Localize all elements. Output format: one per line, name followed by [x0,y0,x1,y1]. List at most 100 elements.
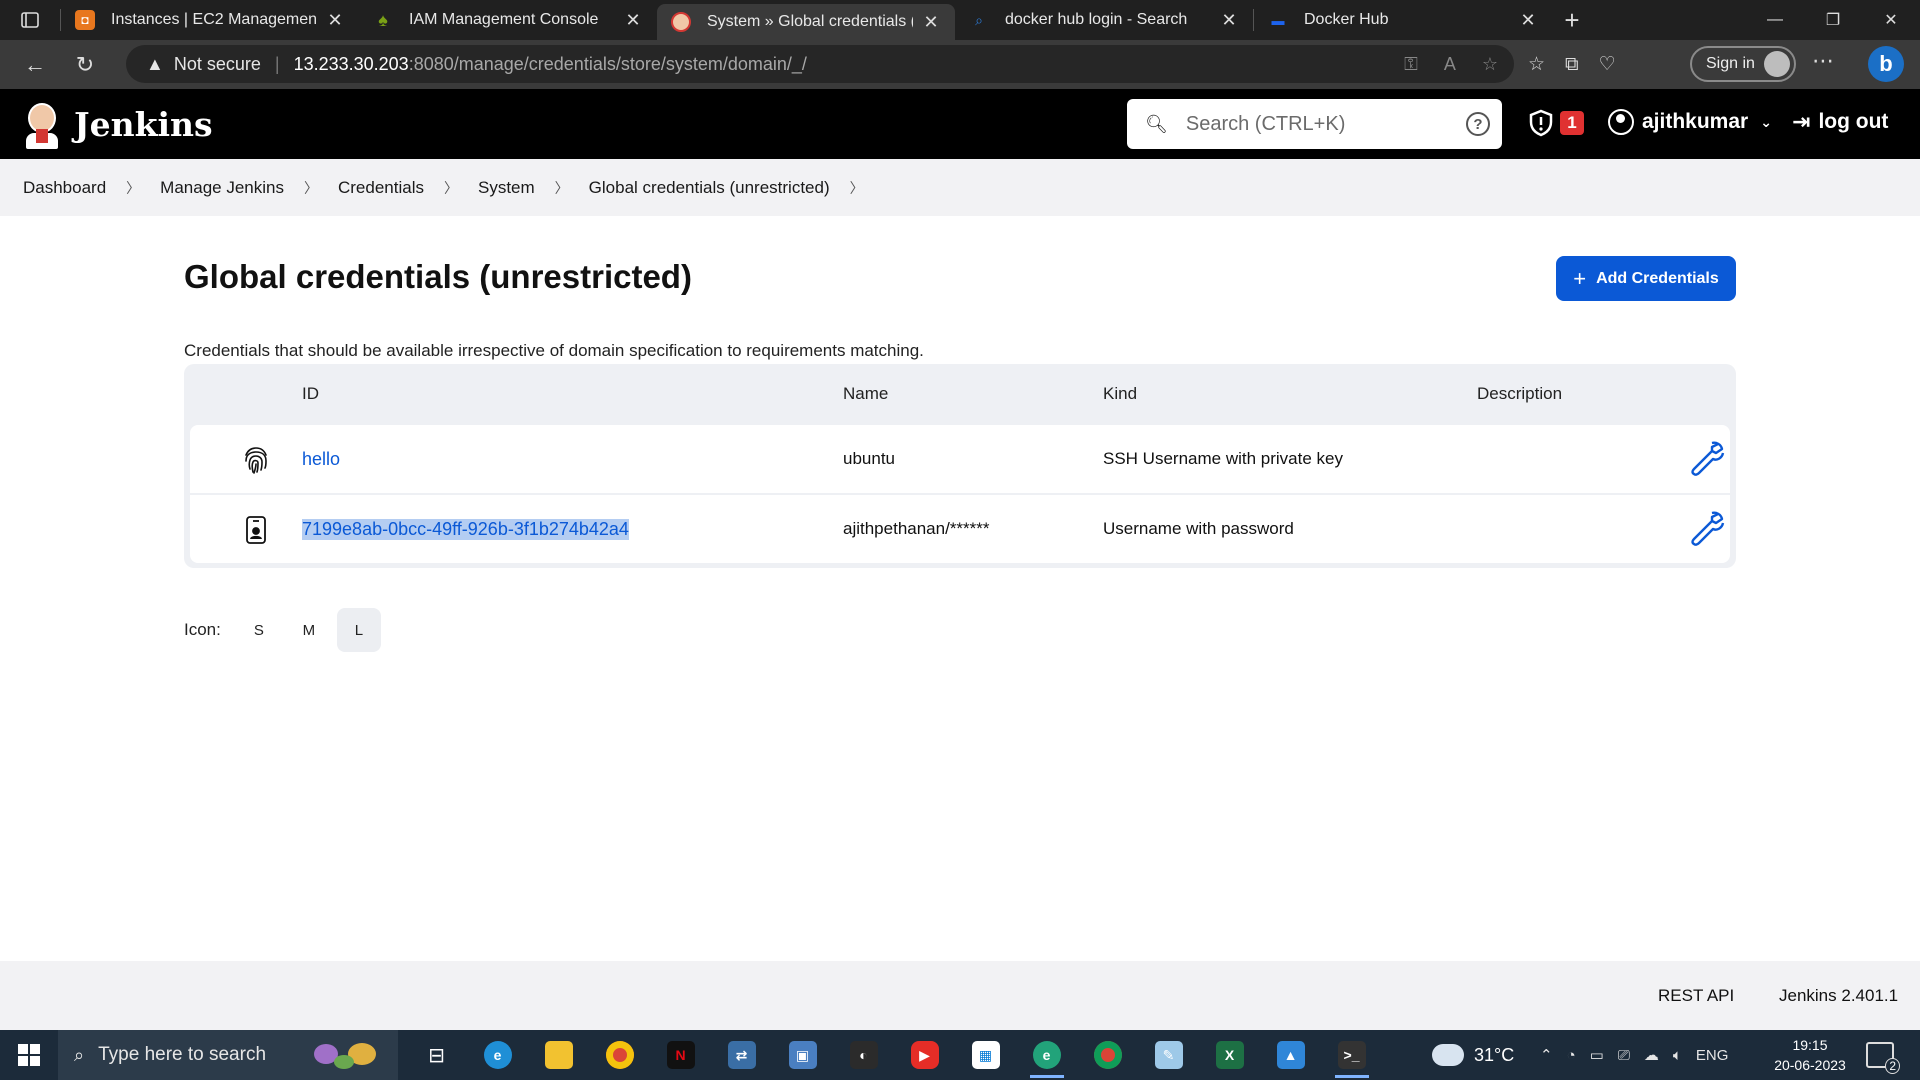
browser-tab-search[interactable]: ⌕ docker hub login - Search ✕ [955,0,1253,40]
credential-name-cell: ajithpethanan/****** [843,519,990,538]
file-explorer-icon[interactable] [528,1030,589,1080]
credential-id-link[interactable]: hello [302,449,340,470]
notification-center-icon[interactable]: 2 [1866,1042,1900,1074]
browser-tab-ec2[interactable]: ◘ Instances | EC2 Management Cor ✕ [61,0,359,40]
breadcrumb-system[interactable]: System [478,178,535,198]
battery-icon[interactable]: ▭ [1590,1046,1604,1064]
edge-browser-icon[interactable]: e [467,1030,528,1080]
chevron-right-icon[interactable]: 〉 [555,178,569,198]
address-bar[interactable]: ▲ Not secure | 13.233.30.203 :8080/manag… [126,45,1514,83]
task-view-icon[interactable]: ⊟ [406,1030,467,1080]
browser-tab-iam[interactable]: ♠ IAM Management Console ✕ [359,0,657,40]
favorites-icon[interactable]: ☆ [1528,53,1545,76]
favorite-star-icon[interactable]: ☆ [1482,54,1498,75]
tab-close-icon[interactable]: ✕ [623,10,643,31]
icon-size-s[interactable]: S [237,608,281,652]
new-tab-button[interactable]: + [1552,0,1592,40]
edge-active-icon[interactable]: e [1016,1030,1077,1080]
breadcrumb-dashboard[interactable]: Dashboard [23,178,106,198]
read-aloud-icon[interactable]: A [1444,54,1456,75]
sign-in-button[interactable]: Sign in [1690,46,1796,82]
terminal-icon[interactable]: >_ [1321,1030,1382,1080]
password-key-icon[interactable]: ⚿ [1404,54,1418,75]
show-hidden-icons-icon[interactable]: ⌃ [1540,1046,1553,1064]
remote-desktop-icon[interactable]: ▣ [772,1030,833,1080]
aws-iam-icon: ♠ [378,9,388,30]
browser-tab-strip: ◘ Instances | EC2 Management Cor ✕ ♠ IAM… [0,0,1920,40]
netflix-icon[interactable]: N [650,1030,711,1080]
address-bar-actions: ⚿ A ☆ [1404,45,1498,83]
tab-close-icon[interactable]: ✕ [1219,10,1239,31]
chevron-right-icon[interactable]: 〉 [444,178,458,198]
windows-start-icon[interactable] [0,1030,58,1080]
icon-size-l[interactable]: L [336,608,381,652]
icon-size-m[interactable]: M [287,608,331,652]
breadcrumb-credentials[interactable]: Credentials [338,178,424,198]
microsoft-store-icon[interactable]: ▦ [955,1030,1016,1080]
tab-title: IAM Management Console [409,11,599,28]
credential-id-cell: 7199e8ab-0bcc-49ff-926b-3f1b274b42a4 [302,495,629,563]
configure-wrench-icon[interactable] [1688,439,1726,477]
breadcrumb-manage-jenkins[interactable]: Manage Jenkins [160,178,284,198]
notification-count: 2 [1885,1058,1900,1074]
volume-icon[interactable]: 🔈︎ [1673,1047,1682,1064]
device-icon[interactable]: ⎚ [1618,1047,1630,1064]
bing-chat-icon[interactable]: b [1868,46,1904,82]
logout-link[interactable]: ⇥ log out [1792,109,1888,135]
column-header-name[interactable]: Name [843,364,888,424]
youtube-icon[interactable]: ▶ [894,1030,955,1080]
taskbar-search-input[interactable]: ⌕ Type here to search [58,1030,398,1080]
chevron-right-icon[interactable]: 〉 [850,178,864,198]
url-host: 13.233.30.203 [293,53,409,74]
chrome-profile-icon[interactable] [1077,1030,1138,1080]
network-app-icon[interactable]: ⇄ [711,1030,772,1080]
restore-icon[interactable]: ❐ [1804,0,1862,40]
docker-icon: ▬ [1271,12,1285,28]
credential-id-link[interactable]: 7199e8ab-0bcc-49ff-926b-3f1b274b42a4 [302,518,629,540]
add-credentials-button[interactable]: + Add Credentials [1556,256,1736,301]
temperature: 31°C [1474,1044,1515,1065]
column-header-id[interactable]: ID [302,364,319,424]
wifi-icon[interactable]: ◔ [1567,1047,1576,1064]
tab-close-icon[interactable]: ✕ [325,10,345,31]
configure-wrench-icon[interactable] [1688,509,1726,547]
column-header-kind[interactable]: Kind [1103,364,1137,424]
chevron-right-icon[interactable]: 〉 [304,178,318,198]
language-indicator[interactable]: ENG [1696,1047,1729,1064]
jenkins-search-input[interactable]: 🔍︎ Search (CTRL+K) ? [1127,99,1502,149]
collections-icon[interactable]: ⧉ [1565,54,1579,76]
chrome-icon[interactable] [589,1030,650,1080]
back-icon[interactable]: ← [10,45,60,85]
security-alerts-button[interactable]: 1 [1528,109,1584,137]
notepad-icon[interactable]: ✎ [1138,1030,1199,1080]
jenkins-logo-link[interactable]: Jenkins [22,99,213,149]
chevron-down-icon: ⌄ [1760,113,1772,130]
profile-avatar-icon [1764,51,1790,77]
jenkins-app-name: Jenkins [74,104,213,144]
breadcrumb: Dashboard 〉 Manage Jenkins 〉 Credentials 〉 … [0,159,1920,216]
user-menu[interactable]: ajithkumar ⌄ [1608,109,1772,135]
rest-api-link[interactable]: REST API [1658,986,1734,1006]
more-options-icon[interactable]: ⋯ [1812,48,1834,74]
column-header-description[interactable]: Description [1477,364,1562,424]
weather-widget[interactable]: 31°C [1432,1030,1514,1080]
credential-kind-cell: SSH Username with private key [1103,449,1343,468]
window-close-icon[interactable]: ✕ [1862,0,1920,40]
reload-icon[interactable]: ↻ [60,45,110,85]
incognito-icon[interactable]: ◐ [833,1030,894,1080]
minimize-icon[interactable]: — [1746,0,1804,40]
photos-icon[interactable]: ▲ [1260,1030,1321,1080]
help-icon[interactable]: ? [1466,112,1490,136]
onedrive-cloud-icon[interactable]: ☁ [1644,1046,1659,1064]
browser-tab-docker[interactable]: ▬ Docker Hub ✕ [1254,0,1552,40]
jenkins-version-link[interactable]: Jenkins 2.401.1 [1779,986,1898,1006]
extensions-icon[interactable]: ♡ [1599,53,1616,76]
chevron-right-icon[interactable]: 〉 [126,178,140,198]
breadcrumb-global-credentials[interactable]: Global credentials (unrestricted) [589,178,830,198]
tab-close-icon[interactable]: ✕ [1518,10,1538,31]
excel-icon[interactable]: X [1199,1030,1260,1080]
tab-close-icon[interactable]: ✕ [921,12,941,33]
browser-tab-jenkins[interactable]: System » Global credentials (unre ✕ [657,4,955,40]
taskbar-clock[interactable]: 19:15 20-06-2023 [1768,1035,1852,1075]
tab-actions-icon[interactable] [0,0,60,40]
